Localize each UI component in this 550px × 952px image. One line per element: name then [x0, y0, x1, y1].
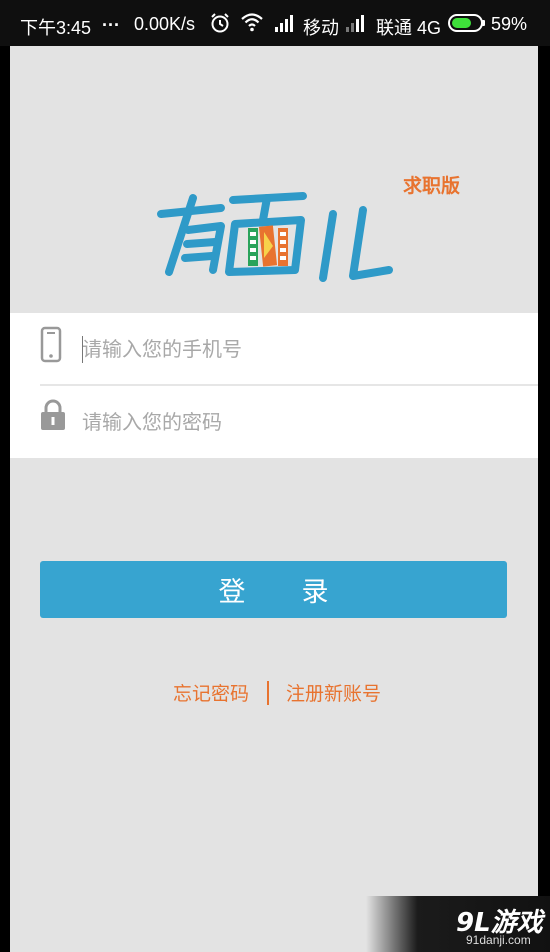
text-caret	[82, 336, 83, 363]
link-separator	[267, 681, 269, 705]
register-link[interactable]: 注册新账号	[286, 679, 381, 706]
status-more-indicator: ...	[102, 10, 121, 30]
form-divider	[40, 384, 538, 386]
auth-links: 忘记密码 注册新账号	[10, 679, 538, 709]
password-input[interactable]	[80, 401, 524, 443]
edition-label: 求职版	[403, 175, 461, 197]
login-form	[10, 313, 538, 458]
status-bar: 下午3:45 ... 0.00K/s 移动 联通 4G 59%	[0, 0, 550, 46]
battery-icon	[448, 14, 486, 37]
login-screen: 求职版 登录 忘记密码 注册新账号	[10, 46, 538, 952]
login-button[interactable]: 登录	[40, 561, 507, 618]
battery-percentage: 59%	[491, 14, 528, 34]
status-carrier-1: 移动	[303, 18, 339, 38]
status-time: 下午3:45	[20, 18, 92, 38]
app-logo	[155, 166, 405, 306]
lock-icon	[40, 399, 66, 435]
status-net-speed: 0.00K/s	[134, 14, 196, 34]
status-carrier-2: 联通 4G	[376, 18, 442, 38]
phone-icon	[40, 326, 62, 368]
app-logo-graphic	[157, 192, 393, 282]
watermark-url: 91danji.com	[466, 933, 531, 947]
watermark: 9L游戏 91danji.com	[366, 896, 550, 952]
forgot-password-link[interactable]: 忘记密码	[173, 679, 249, 706]
wifi-icon	[240, 12, 264, 37]
alarm-icon	[209, 12, 231, 39]
signal-icon	[274, 14, 296, 37]
phone-input[interactable]	[80, 328, 524, 370]
signal-icon	[345, 14, 367, 37]
